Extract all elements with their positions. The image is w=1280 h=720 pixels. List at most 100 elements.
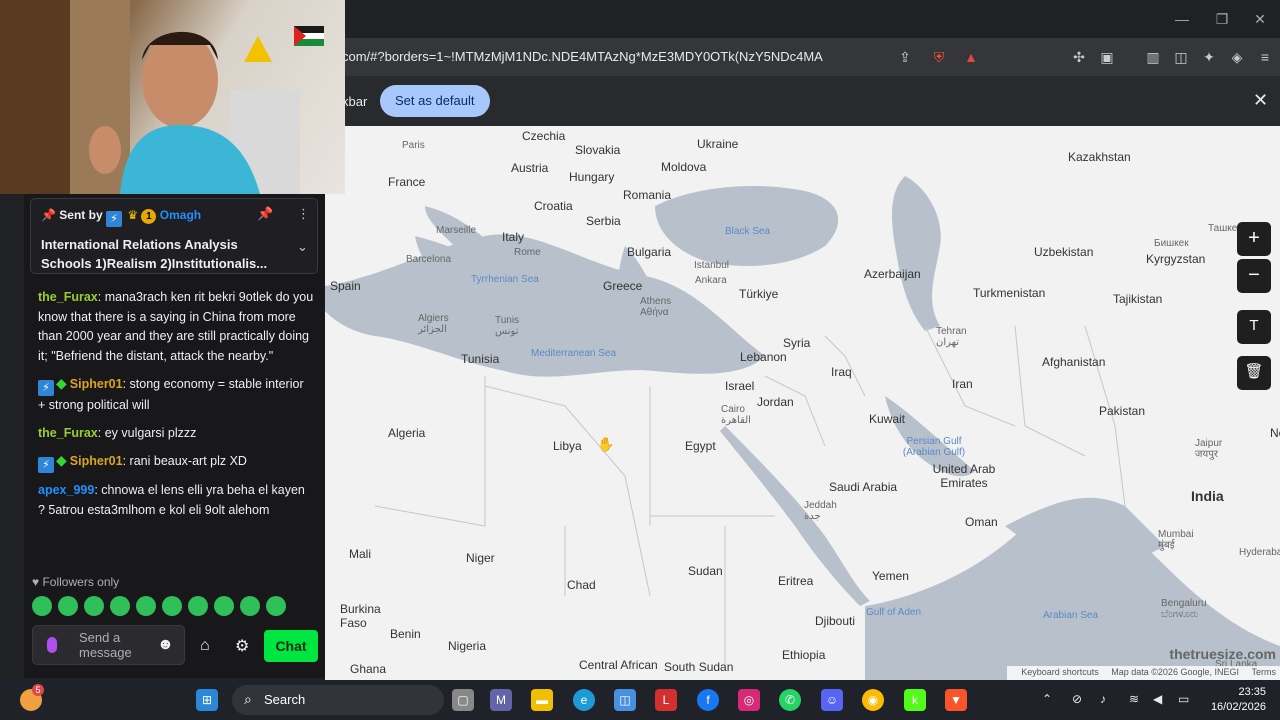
emote-icon[interactable] [214, 596, 234, 616]
share-icon[interactable]: ⇪ [896, 48, 914, 66]
label-lebanon: Lebanon [740, 350, 787, 364]
brave-icon[interactable]: ▼ [945, 689, 967, 711]
infobar-close-icon[interactable]: ✕ [1253, 90, 1268, 111]
maximize-icon[interactable]: ❐ [1202, 8, 1242, 30]
diamond-badge-icon: ◆ [56, 452, 67, 468]
chat-username[interactable]: the_Furax [38, 290, 98, 304]
city-barcelona: Barcelona [406, 254, 452, 265]
webcam-overlay [0, 0, 345, 194]
kick-icon[interactable]: k [904, 689, 926, 711]
url-text[interactable]: com/#?borders=1~!MTMzMjM1NDc.NDE4MTAzNg*… [342, 49, 823, 64]
weather-badge: 5 [32, 684, 44, 696]
gear-icon[interactable]: ⚙ [235, 636, 249, 656]
chat-message: the_Furax: ey vulgarsi plzzz [38, 425, 197, 440]
unpin-icon[interactable]: 📌 [257, 206, 273, 222]
chat-username[interactable]: the_Furax [38, 426, 98, 440]
set-default-button[interactable]: Set as default [380, 85, 490, 117]
file-explorer-icon[interactable]: ▬ [531, 689, 553, 711]
leo-ai-icon[interactable]: ✦ [1200, 48, 1218, 66]
task-view-icon[interactable]: ▢ [452, 689, 474, 711]
expand-chevron-icon[interactable]: ⌄ [297, 239, 308, 255]
city-tunis: Tunis تونس [495, 315, 520, 337]
tray-overflow-icon[interactable]: ⌃ [1042, 692, 1052, 706]
emote-icon[interactable] [162, 596, 182, 616]
clock-date: 16/02/2026 [1210, 701, 1266, 713]
zoom-out-button[interactable]: − [1237, 259, 1271, 293]
instagram-icon[interactable]: ◎ [738, 689, 760, 711]
emote-icon[interactable] [58, 596, 78, 616]
chat-username[interactable]: Sipher01 [70, 454, 123, 468]
label-ethiopia: Ethiopia [782, 648, 826, 662]
emote-icon[interactable] [266, 596, 286, 616]
pinned-username[interactable]: Omagh [160, 208, 201, 222]
text-tool-button[interactable]: T [1237, 310, 1271, 344]
edge-icon[interactable]: e [573, 689, 595, 711]
diamond-badge-icon: ◆ [56, 375, 67, 391]
pinned-message[interactable]: 📌 Sent by ⚡ ♛ 1 Omagh 📌 ⋮ International … [30, 198, 318, 274]
taskbar-search[interactable]: ⌕ Search [232, 685, 444, 715]
label-eritrea: Eritrea [778, 574, 814, 588]
store-app-icon[interactable]: ◫ [614, 689, 636, 711]
label-nepal-partial: Ne [1270, 426, 1280, 440]
emote-icon[interactable] [188, 596, 208, 616]
hand-cursor-icon: ✋ [597, 436, 615, 452]
label-greece: Greece [603, 279, 643, 293]
brave-rewards-icon[interactable]: ▲ [962, 48, 980, 66]
label-mediterranean-sea: Mediterranean Sea [531, 348, 617, 359]
chat-message: the_Furax: mana3rach ken rit bekri 9otle… [38, 290, 314, 363]
chat-username[interactable]: apex_999 [38, 483, 94, 497]
menu-icon[interactable]: ≡ [1256, 48, 1274, 66]
sidebar-icon[interactable]: ▥ [1144, 48, 1162, 66]
volume-icon[interactable]: ◀ [1153, 692, 1162, 706]
start-icon[interactable]: ⊞ [196, 689, 218, 711]
emote-icon[interactable] [110, 596, 130, 616]
wifi-icon[interactable]: ≋ [1129, 692, 1139, 706]
facebook-icon[interactable]: f [697, 689, 719, 711]
label-sudan: Sudan [688, 564, 723, 578]
delete-tool-button[interactable]: 🗑 [1237, 356, 1271, 390]
battery-icon[interactable]: ▭ [1178, 692, 1189, 706]
brave-shield-icon[interactable]: ⛨ [930, 48, 948, 66]
screenshot-icon[interactable]: ▣ [1098, 48, 1116, 66]
city-rome: Rome [514, 247, 541, 258]
crown-badge-icon: ♛ [127, 208, 139, 222]
map-canvas[interactable]: Czechia Ukraine Kazakhstan Slovakia Aust… [325, 126, 1280, 680]
chat-username[interactable]: Sipher01 [70, 377, 123, 391]
clock[interactable]: 23:35 16/02/2026 [1211, 685, 1266, 715]
terms-link[interactable]: Terms [1252, 667, 1277, 677]
emote-icon[interactable] [84, 596, 104, 616]
store-icon[interactable]: ⌂ [200, 637, 210, 655]
label-slovakia: Slovakia [575, 143, 621, 157]
label-romania: Romania [623, 188, 672, 202]
label-oman: Oman [965, 515, 998, 529]
minimize-icon[interactable]: — [1162, 8, 1202, 30]
emote-icon[interactable] [136, 596, 156, 616]
discord-icon[interactable]: ☺ [821, 689, 843, 711]
keyboard-shortcuts-link[interactable]: Keyboard shortcuts [1021, 667, 1099, 677]
chat-send-button[interactable]: Chat [264, 630, 318, 662]
m365-icon[interactable]: M [490, 689, 512, 711]
whatsapp-icon[interactable]: ✆ [779, 689, 801, 711]
zoom-in-button[interactable]: + [1237, 222, 1271, 256]
chat-input[interactable]: Send a message ☻ [32, 625, 185, 665]
camera-off-icon[interactable]: ⊘ [1072, 692, 1082, 706]
emote-icon[interactable] [32, 596, 52, 616]
emoji-icon[interactable]: ☻ [157, 636, 174, 654]
label-kyrgyzstan: Kyrgyzstan [1146, 252, 1206, 266]
city-marseille: Marseille [436, 225, 477, 236]
city-algiers: Algiers الجزائر [418, 313, 449, 335]
microphone-tray-icon[interactable]: ♪ [1100, 692, 1106, 706]
emote-icon[interactable] [240, 596, 260, 616]
infobar-text: kbar [342, 94, 368, 109]
letter-l-app-icon[interactable]: L [655, 689, 677, 711]
city-jeddah: Jeddah جدة [804, 500, 837, 522]
close-icon[interactable]: ✕ [1240, 8, 1280, 30]
wallet-icon[interactable]: ◫ [1172, 48, 1190, 66]
chrome-icon[interactable]: ◉ [862, 689, 884, 711]
label-turkiye: Türkiye [739, 287, 779, 301]
extensions-icon[interactable]: ✣ [1070, 48, 1088, 66]
vpn-icon[interactable]: ◈ [1228, 48, 1246, 66]
microphone-icon[interactable] [47, 637, 57, 653]
chat-input-placeholder: Send a message [79, 630, 143, 660]
more-options-icon[interactable]: ⋮ [297, 206, 310, 222]
